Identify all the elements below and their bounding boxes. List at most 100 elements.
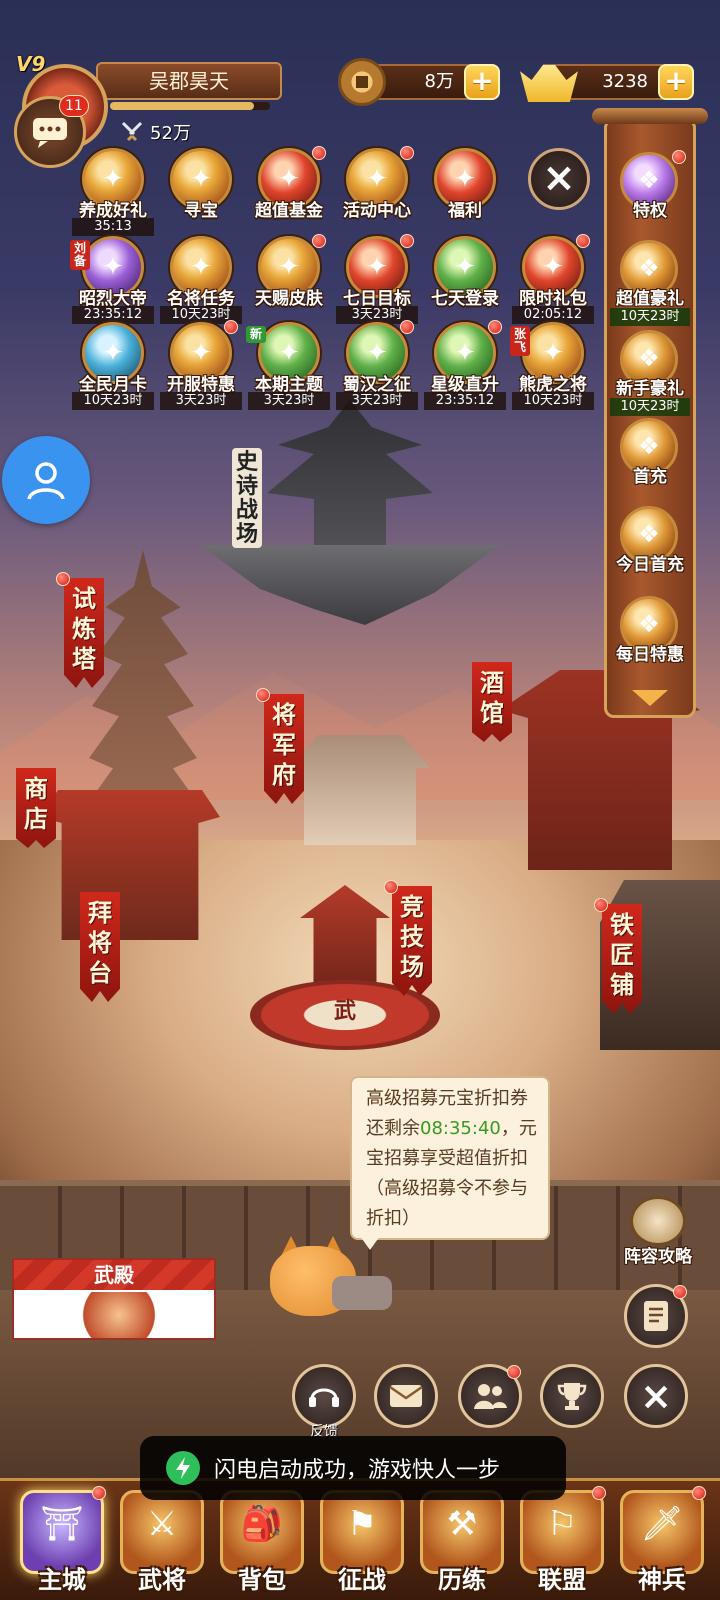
activity-gift-box[interactable]: ✦ 七日目标 3天23时 (334, 234, 420, 324)
rankings-button[interactable] (540, 1364, 604, 1428)
activity-label: 天赐皮肤 (255, 289, 323, 309)
martial-hall-card[interactable]: 武殿 (12, 1258, 216, 1340)
notification-dot (488, 320, 502, 334)
activity-gift[interactable]: ✦ 养成好礼 35:13 (70, 148, 156, 236)
friends-button[interactable] (458, 1364, 522, 1428)
nav-label: 征战 (338, 1565, 386, 1594)
activity-timer: 3天23时 (160, 392, 242, 410)
close-activities-button[interactable]: × (528, 148, 590, 210)
tooltip-line: 折扣） (366, 1208, 420, 1229)
side-panel-rod (592, 108, 708, 124)
book-icon (630, 1196, 686, 1246)
side-privilege[interactable]: ❖ 特权 (610, 150, 690, 236)
activity-month-card[interactable]: ✦ 全民月卡 10天23时 (70, 322, 156, 410)
nav-label: 历练 (438, 1565, 486, 1594)
activity-tag: 新 (246, 326, 266, 343)
tooltip-countdown: 08:35:40 (420, 1118, 501, 1139)
activity-glyph: ✦ (366, 252, 388, 282)
activity-crossed-swords[interactable]: ✦ 蜀汉之征 3天23时 (334, 320, 420, 410)
feedback-button[interactable]: 反馈 (292, 1364, 356, 1440)
close-menu-button[interactable]: × (624, 1364, 688, 1428)
lineup-guide-button[interactable]: 阵容攻略 (620, 1196, 696, 1270)
chat-unread-badge: 11 (59, 95, 89, 117)
side-daily-recharge[interactable]: ❖ 今日首充 (610, 506, 690, 590)
activity-sale[interactable]: ✦ 开服特惠 3天23时 (158, 320, 244, 410)
side-timer: 10天23时 (610, 398, 690, 416)
activity-glyph: ✦ (454, 164, 476, 194)
nav-glyph: ⚑ (346, 1504, 378, 1544)
nav-city[interactable]: ⛩ 主城 (12, 1482, 112, 1600)
activity-fund[interactable]: ✦ 超值基金 (246, 146, 332, 232)
nav-divine-weapon[interactable]: 🗡 神兵 (612, 1482, 712, 1600)
activity-label: 超值基金 (255, 201, 323, 221)
chevron-down-icon[interactable] (632, 690, 668, 706)
side-deluxe-gift[interactable]: ❖ 超值豪礼 10天23时 (610, 240, 690, 326)
combat-power: 52万 (120, 118, 191, 146)
shop-building[interactable] (40, 790, 220, 940)
friends-icon (474, 1384, 507, 1409)
notification-dot (312, 146, 326, 160)
side-glyph: ❖ (638, 610, 660, 638)
add-gold-button[interactable]: + (658, 64, 694, 100)
activity-scroll[interactable]: ✦ 名将任务 10天23时 (158, 236, 244, 324)
epic-battlefield-label: 史诗战场 (232, 448, 262, 548)
nav-glyph: ⚔ (146, 1504, 178, 1544)
activity-timer: 23:35:12 (424, 392, 506, 410)
activity-label: 七天登录 (431, 289, 499, 309)
tooltip-line: （高级招募令不参与 (366, 1178, 528, 1199)
nav-glyph: ⚒ (446, 1504, 478, 1544)
notification-dot (594, 898, 608, 912)
notification-dot (400, 234, 414, 248)
activity-star-up[interactable]: ✦ 星级直升 23:35:12 (422, 320, 508, 410)
recruit-discount-tooltip: 高级招募元宝折扣券 还剩余08:35:40，元 宝招募享受超值折扣 （高级招募令… (350, 1076, 550, 1240)
activity-theme[interactable]: ✦ 新本期主题 3天23时 (246, 322, 332, 410)
side-first-recharge[interactable]: ❖ 首充 (610, 418, 690, 502)
activity-glyph: ✦ (102, 252, 124, 282)
vip-level: V9 (16, 52, 46, 76)
general-mansion-building[interactable] (290, 735, 430, 845)
activity-chest[interactable]: ✦ 活动中心 (334, 146, 420, 232)
activity-compass[interactable]: ✦ 寻宝 (158, 148, 244, 232)
banner-label: 商店 (16, 768, 56, 848)
banner-label: 试炼塔 (64, 578, 104, 688)
activity-hero[interactable]: ✦ 刘备 昭烈大帝 23:35:12 (70, 236, 156, 324)
notification-dot (312, 234, 326, 248)
activity-glyph: ✦ (454, 338, 476, 368)
notification-dot (400, 320, 414, 334)
lineup-guide-label: 阵容攻略 (624, 1247, 692, 1267)
lightning-icon (166, 1451, 200, 1485)
activity-login[interactable]: ✦ 七天登录 (422, 236, 508, 320)
activity-skin[interactable]: ✦ 天赐皮肤 (246, 234, 332, 320)
side-daily-deal[interactable]: ❖ 每日特惠 (610, 596, 690, 680)
notification-dot (56, 572, 70, 586)
add-copper-button[interactable]: + (464, 64, 500, 100)
activity-glyph: ✦ (102, 338, 124, 368)
activity-glyph: ✦ (278, 252, 300, 282)
activity-limited-gift[interactable]: ✦ 限时礼包 02:05:12 (510, 234, 596, 324)
envelope-icon (389, 1385, 423, 1407)
activity-welfare[interactable]: ✦ 福利 (422, 148, 508, 232)
cat-mascot[interactable] (270, 1236, 392, 1320)
activity-general[interactable]: ✦ 张飞 熊虎之将 10天23时 (510, 322, 596, 410)
customer-service-button[interactable] (2, 436, 90, 524)
activity-label: 活动中心 (343, 201, 411, 221)
notification-dot (673, 1285, 687, 1299)
nav-glyph: ⚐ (546, 1504, 578, 1544)
notification-dot (692, 1486, 706, 1500)
player-name[interactable]: 吴郡昊天 (96, 62, 282, 100)
activity-glyph: ✦ (190, 164, 212, 194)
notification-dot (672, 150, 686, 164)
activity-glyph: ✦ (542, 252, 564, 282)
notification-dot (384, 880, 398, 894)
side-label: 每日特惠 (616, 645, 684, 665)
hero-portrait (74, 1292, 164, 1338)
side-glyph: ❖ (638, 254, 660, 282)
side-newbie-gift[interactable]: ❖ 新手豪礼 10天23时 (610, 330, 690, 416)
combat-power-value: 52万 (150, 123, 191, 144)
activity-timer: 10天23时 (72, 392, 154, 410)
side-timer: 10天23时 (610, 308, 690, 326)
mail-button[interactable] (374, 1364, 438, 1428)
nav-label: 背包 (238, 1565, 286, 1594)
notification-dot (224, 320, 238, 334)
task-list-button[interactable] (624, 1284, 688, 1348)
